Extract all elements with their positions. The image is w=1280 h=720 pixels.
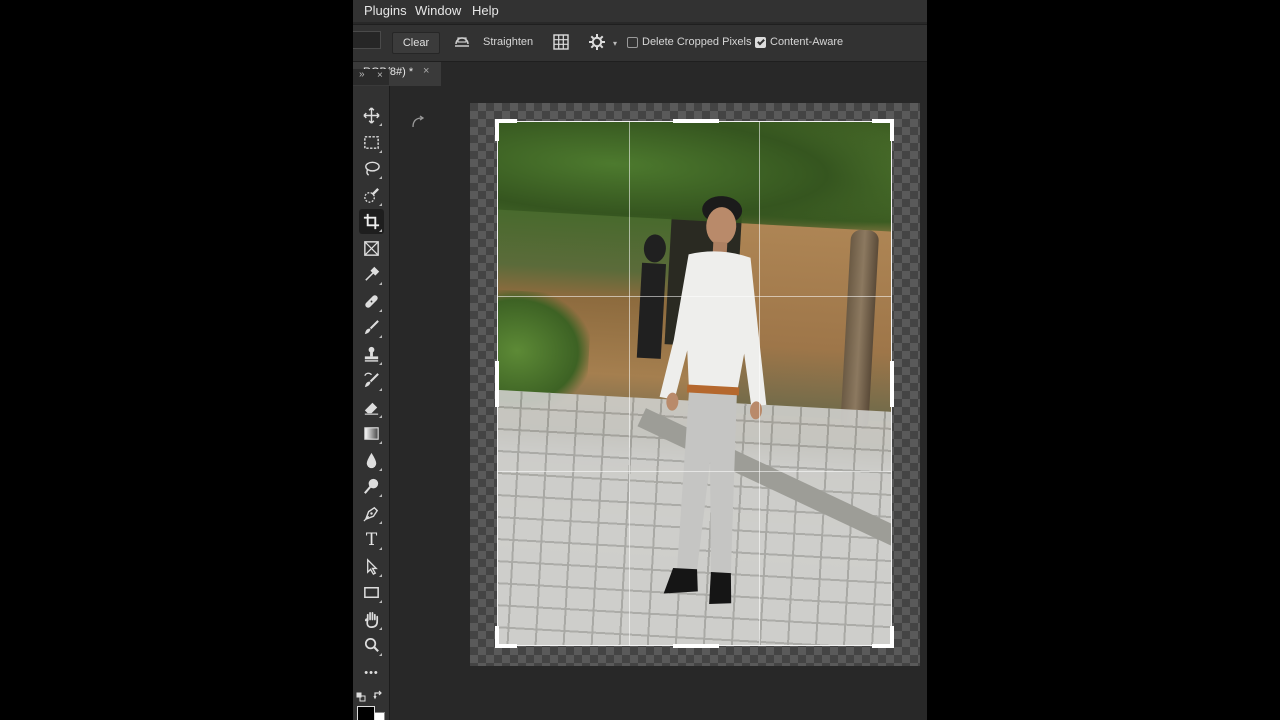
- tools-panel: T •••: [353, 86, 390, 720]
- panel-close-icon[interactable]: ×: [377, 70, 383, 81]
- healing-brush-tool[interactable]: [359, 289, 384, 314]
- zoom-tool[interactable]: [359, 633, 384, 658]
- move-tool[interactable]: [359, 103, 384, 128]
- ratio-height-field[interactable]: [353, 31, 381, 49]
- rectangle-tool[interactable]: [359, 580, 384, 605]
- straighten-label[interactable]: Straighten: [483, 36, 533, 48]
- crop-handle-right[interactable]: [890, 361, 894, 407]
- brush-tool[interactable]: [359, 315, 384, 340]
- quick-selection-tool[interactable]: [359, 183, 384, 208]
- frame-icon: [364, 241, 379, 256]
- photoshop-window: Plugins Window Help Clear Straighten ▾ D…: [353, 0, 927, 720]
- crop-handle-bottom[interactable]: [673, 644, 719, 648]
- gear-icon[interactable]: [588, 33, 606, 54]
- content-aware-checkbox[interactable]: [755, 37, 766, 48]
- crop-bounding-box[interactable]: [497, 121, 892, 646]
- grid-line-h1: [497, 296, 892, 297]
- menu-help[interactable]: Help: [472, 3, 499, 18]
- toolbar-panel-header: » ×: [353, 69, 389, 85]
- content-aware-label[interactable]: Content-Aware: [770, 36, 843, 48]
- eyedropper-tool[interactable]: [359, 262, 384, 287]
- crop-handle-br-v[interactable]: [890, 626, 894, 648]
- crop-handle-left[interactable]: [495, 361, 499, 407]
- hand-tool[interactable]: [359, 607, 384, 632]
- default-colors-icon[interactable]: [356, 689, 366, 707]
- grid-line-h2: [497, 471, 892, 472]
- delete-cropped-checkbox[interactable]: [627, 37, 638, 48]
- lasso-tool[interactable]: [359, 156, 384, 181]
- delete-cropped-label[interactable]: Delete Cropped Pixels: [642, 36, 751, 48]
- menu-plugins[interactable]: Plugins: [364, 3, 407, 18]
- chevron-down-icon[interactable]: ▾: [613, 39, 617, 48]
- frame-tool[interactable]: [359, 236, 384, 261]
- close-icon[interactable]: ×: [423, 65, 429, 77]
- marquee-tool[interactable]: [359, 130, 384, 155]
- crop-handle-bl-v[interactable]: [495, 626, 499, 648]
- more-tools[interactable]: •••: [359, 660, 384, 685]
- crop-handle-top[interactable]: [673, 119, 719, 123]
- menu-window[interactable]: Window: [415, 3, 461, 18]
- swap-colors-icon[interactable]: [373, 688, 384, 706]
- grid-line-v2: [759, 121, 760, 646]
- pen-tool[interactable]: [359, 501, 384, 526]
- options-bar: Clear Straighten ▾ Delete Cropped Pixels…: [353, 24, 927, 62]
- blur-tool[interactable]: [359, 448, 384, 473]
- ellipsis-icon: •••: [364, 666, 379, 679]
- menu-bar: Plugins Window Help: [353, 0, 927, 22]
- collapse-icon[interactable]: »: [359, 69, 365, 80]
- rotate-cursor-icon: [412, 115, 425, 128]
- straighten-icon[interactable]: [453, 35, 471, 52]
- grid-line-v1: [629, 121, 630, 646]
- grid-overlay-icon[interactable]: [552, 33, 570, 54]
- type-icon: T: [365, 529, 378, 550]
- clear-button[interactable]: Clear: [392, 32, 440, 54]
- clone-stamp-tool[interactable]: [359, 342, 384, 367]
- type-tool[interactable]: T: [359, 527, 384, 552]
- crop-handle-tl-v[interactable]: [495, 119, 499, 141]
- dodge-tool[interactable]: [359, 474, 384, 499]
- crop-tool[interactable]: [359, 209, 384, 234]
- foreground-color-swatch[interactable]: [357, 706, 375, 720]
- crop-handle-tr-v[interactable]: [890, 119, 894, 141]
- path-selection-tool[interactable]: [359, 554, 384, 579]
- canvas-area[interactable]: [390, 86, 927, 720]
- gradient-tool[interactable]: [359, 421, 384, 446]
- document-tab-bar: RGB/8#) * ×: [353, 62, 927, 86]
- eraser-tool[interactable]: [359, 395, 384, 420]
- history-brush-tool[interactable]: [359, 368, 384, 393]
